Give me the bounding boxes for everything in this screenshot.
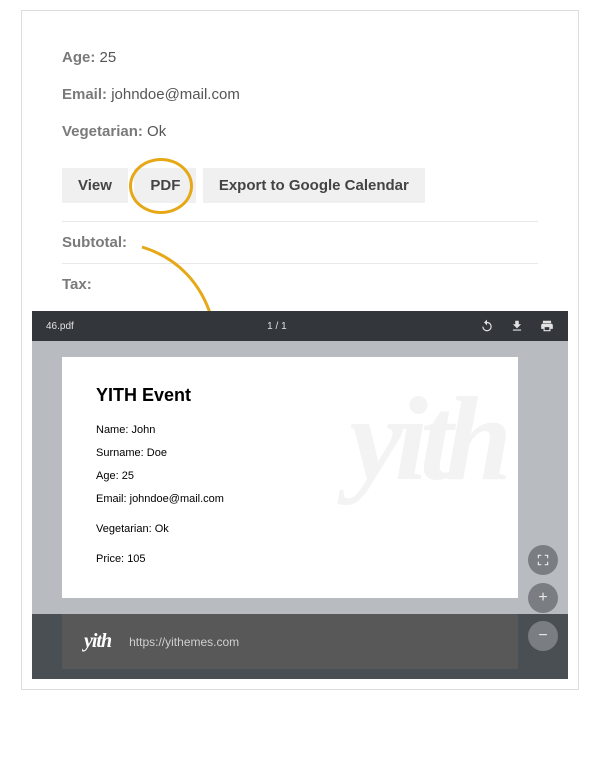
- tax-row: Tax:: [62, 263, 538, 305]
- pdf-filename: 46.pdf: [46, 321, 74, 332]
- pdf-vegetarian-row: Vegetarian: Ok: [96, 523, 484, 535]
- zoom-in-button[interactable]: +: [528, 583, 558, 613]
- pdf-name-value: John: [131, 424, 155, 436]
- field-email: Email: johndoe@mail.com: [62, 86, 538, 103]
- order-details-panel: Age: 25 Email: johndoe@mail.com Vegetari…: [32, 21, 568, 305]
- download-icon[interactable]: [510, 319, 524, 333]
- field-age: Age: 25: [62, 49, 538, 66]
- fit-to-page-button[interactable]: [528, 545, 558, 575]
- age-value: 25: [100, 49, 117, 66]
- pdf-viewer-body: yith YITH Event Name: John Surname: Doe …: [32, 341, 568, 614]
- pdf-page-footer: yith https://yithemes.com: [62, 614, 518, 669]
- pdf-surname-value: Doe: [147, 447, 167, 459]
- pdf-vegetarian-label: Vegetarian:: [96, 523, 152, 535]
- zoom-out-button[interactable]: −: [528, 621, 558, 651]
- pdf-age-value: 25: [122, 470, 134, 482]
- pdf-vegetarian-value: Ok: [155, 523, 169, 535]
- email-value: johndoe@mail.com: [111, 86, 240, 103]
- pdf-surname-row: Surname: Doe: [96, 447, 484, 459]
- pdf-price-value: 105: [127, 553, 145, 565]
- pdf-button[interactable]: PDF: [134, 168, 196, 203]
- outer-frame: Age: 25 Email: johndoe@mail.com Vegetari…: [21, 10, 579, 690]
- pdf-email-label: Email:: [96, 493, 127, 505]
- pdf-viewer-toolbar: 46.pdf 1 / 1: [32, 311, 568, 341]
- pdf-age-label: Age:: [96, 470, 119, 482]
- footer-logo: yith: [84, 630, 111, 653]
- rotate-icon[interactable]: [480, 319, 494, 333]
- totals-section: Subtotal: Tax:: [62, 221, 538, 305]
- pdf-price-row: Price: 105: [96, 553, 484, 565]
- email-label: Email:: [62, 86, 107, 103]
- pdf-name-label: Name:: [96, 424, 128, 436]
- zoom-controls: + −: [528, 545, 558, 651]
- pdf-price-label: Price:: [96, 553, 124, 565]
- pdf-title: YITH Event: [96, 385, 484, 406]
- age-label: Age:: [62, 49, 95, 66]
- page-indicator: 1 / 1: [267, 321, 286, 332]
- export-google-calendar-button[interactable]: Export to Google Calendar: [203, 168, 425, 203]
- pdf-email-row: Email: johndoe@mail.com: [96, 493, 484, 505]
- pdf-email-value: johndoe@mail.com: [130, 493, 224, 505]
- pdf-viewer: 46.pdf 1 / 1 yith YITH Event Name: John: [32, 311, 568, 679]
- pdf-surname-label: Surname:: [96, 447, 144, 459]
- view-button[interactable]: View: [62, 168, 128, 203]
- footer-url: https://yithemes.com: [129, 635, 239, 649]
- vegetarian-label: Vegetarian:: [62, 123, 143, 140]
- pdf-age-row: Age: 25: [96, 470, 484, 482]
- vegetarian-value: Ok: [147, 123, 166, 140]
- pdf-page: yith YITH Event Name: John Surname: Doe …: [62, 357, 518, 598]
- pdf-name-row: Name: John: [96, 424, 484, 436]
- button-row: View PDF Export to Google Calendar: [62, 168, 538, 203]
- print-icon[interactable]: [540, 319, 554, 333]
- subtotal-row: Subtotal:: [62, 221, 538, 263]
- field-vegetarian: Vegetarian: Ok: [62, 123, 538, 140]
